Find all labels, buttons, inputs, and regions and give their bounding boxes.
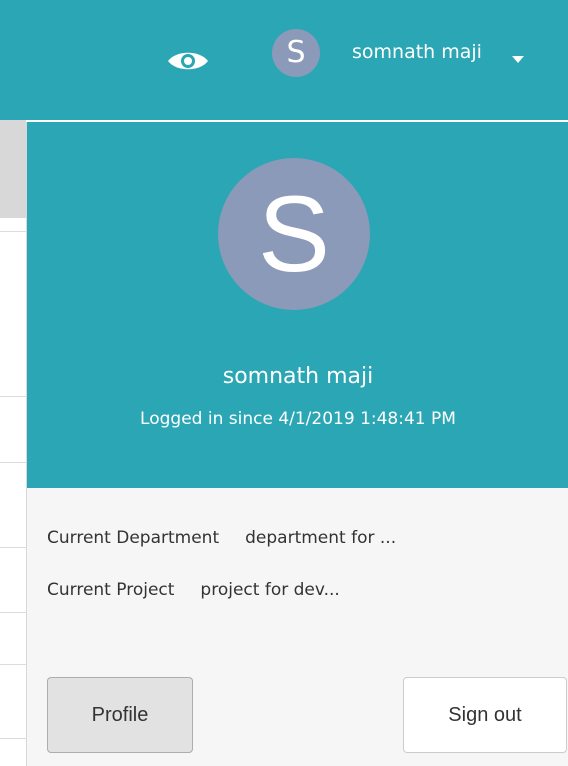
current-department-row: Current Department department for ...	[47, 528, 396, 548]
navbar: S somnath maji	[0, 0, 568, 120]
user-avatar: S	[218, 158, 370, 310]
background-header-strip	[0, 120, 26, 218]
logged-in-since: Logged in since 4/1/2019 1:48:41 PM	[140, 409, 456, 429]
sign-out-button[interactable]: Sign out	[403, 677, 567, 753]
navbar-avatar[interactable]: S	[272, 29, 320, 77]
user-name: somnath maji	[222, 364, 374, 389]
divider	[0, 664, 26, 665]
department-label: Current Department	[47, 528, 220, 548]
project-value: project for dev...	[200, 580, 340, 600]
eye-icon[interactable]	[166, 50, 210, 72]
caret-down-icon[interactable]	[512, 56, 524, 63]
divider	[0, 738, 26, 739]
navbar-user-name[interactable]: somnath maji	[352, 41, 482, 63]
profile-button[interactable]: Profile	[47, 677, 193, 753]
divider	[0, 231, 26, 232]
user-dropdown-menu: S somnath maji Logged in since 4/1/2019 …	[26, 122, 568, 766]
current-project-row: Current Project project for dev...	[47, 580, 340, 600]
project-label: Current Project	[47, 580, 175, 600]
divider	[0, 547, 26, 548]
department-value: department for ...	[245, 528, 397, 548]
divider	[0, 396, 26, 397]
user-header: S somnath maji Logged in since 4/1/2019 …	[27, 122, 568, 488]
divider	[0, 612, 26, 613]
divider	[0, 462, 26, 463]
